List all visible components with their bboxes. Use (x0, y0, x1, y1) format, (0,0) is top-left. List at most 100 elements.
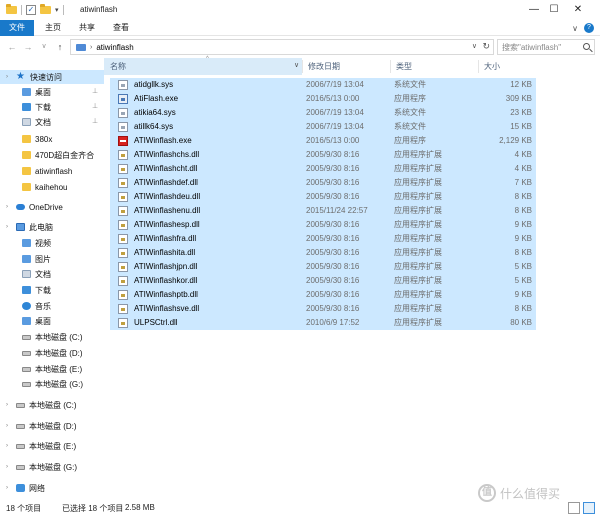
nav-item-documents[interactable]: 文档 (22, 115, 51, 129)
pin-icon[interactable]: ⊥ (92, 117, 98, 125)
nav-onedrive[interactable]: OneDrive (16, 200, 63, 214)
table-row[interactable]: ATIWinflashfra.dll 2005/9/30 8:16 应用程序扩展 9 … (110, 232, 536, 246)
nav-quick-access[interactable]: ★ 快速访问 (0, 70, 104, 84)
table-row[interactable]: ATIWinflashdef.dll 2005/9/30 8:16 应用程序扩展 7 … (110, 176, 536, 190)
nav-drive-g[interactable]: 本地磁盘 (G:) (16, 460, 77, 474)
table-row[interactable]: ATIWinflashenu.dll 2015/11/24 22:57 应用程序扩展… (110, 204, 536, 218)
path-separator-icon[interactable]: › (90, 44, 92, 51)
address-dropdown-chevron-icon[interactable]: ∨ (472, 42, 477, 50)
nav-item-pictures[interactable]: 图片 (22, 252, 51, 266)
file-size: 309 KB (505, 94, 532, 103)
nav-item-pc-drive-d[interactable]: 本地磁盘 (D:) (22, 346, 83, 360)
nav-item-pc-documents[interactable]: 文档 (22, 267, 51, 281)
expand-chevron-icon[interactable]: › (6, 443, 8, 449)
table-row[interactable]: ATIWinflashesp.dll 2005/9/30 8:16 应用程序扩展 9 … (110, 218, 536, 232)
nav-item-atiwinflash[interactable]: atiwinflash (22, 164, 72, 178)
new-folder-icon[interactable] (40, 4, 51, 14)
file-date: 2005/9/30 8:16 (306, 150, 360, 159)
drive-icon (22, 334, 31, 340)
breadcrumb-atiwinflash[interactable]: atiwinflash (96, 43, 133, 52)
customize-toolbar-chevron-icon[interactable]: ▾ (55, 6, 59, 14)
back-arrow-icon[interactable]: ← (6, 40, 18, 54)
column-header-date[interactable]: 修改日期 (302, 58, 390, 75)
file-name: ATIWinflashdeu.dll (134, 192, 201, 201)
pin-icon[interactable]: ⊥ (92, 102, 98, 110)
table-row[interactable]: ATIWinflashchs.dll 2005/9/30 8:16 应用程序扩展 4 … (110, 148, 536, 162)
expand-chevron-icon[interactable]: › (6, 74, 8, 80)
nav-label: kaihehou (35, 182, 68, 192)
expand-ribbon-chevron-icon[interactable]: ∨ (572, 24, 578, 33)
expand-chevron-icon[interactable]: › (6, 204, 8, 210)
column-header-name[interactable]: 名称 (104, 58, 302, 75)
nav-item-videos[interactable]: 视频 (22, 236, 51, 250)
nav-drive-d[interactable]: 本地磁盘 (D:) (16, 419, 77, 433)
file-size: 80 KB (510, 318, 532, 327)
expand-chevron-icon[interactable]: › (6, 224, 8, 230)
tab-view[interactable]: 查看 (106, 20, 136, 36)
properties-check-icon[interactable]: ✓ (26, 5, 36, 15)
nav-drive-c[interactable]: 本地磁盘 (C:) (16, 398, 77, 412)
pin-icon[interactable]: ⊥ (92, 87, 98, 95)
refresh-icon[interactable]: ↻ (482, 41, 490, 52)
tab-home[interactable]: 主页 (38, 20, 68, 36)
nav-item-pc-downloads[interactable]: 下载 (22, 283, 51, 297)
nav-item-pc-desktop[interactable]: 桌面 (22, 314, 51, 328)
recent-locations-chevron-icon[interactable]: ∨ (38, 40, 50, 54)
table-row[interactable]: ATIWinflashptb.dll 2005/9/30 8:16 应用程序扩展 9 … (110, 288, 536, 302)
nav-item-470d[interactable]: 470D超白金齐合 (22, 148, 94, 162)
file-size: 9 KB (514, 234, 532, 243)
file-type: 应用程序扩展 (394, 304, 442, 313)
file-size: 8 KB (514, 206, 532, 215)
table-row[interactable]: ATIWinflashita.dll 2005/9/30 8:16 应用程序扩展 8 … (110, 246, 536, 260)
tab-file[interactable]: 文件 (0, 20, 34, 36)
table-row[interactable]: ULPSCtrl.dll 2010/6/9 17:52 应用程序扩展 80 KB (110, 316, 536, 330)
column-filter-chevron-icon[interactable]: ∨ (294, 61, 299, 69)
address-bar[interactable]: › atiwinflash ∨ ↻ (70, 39, 494, 55)
column-header-type[interactable]: 类型 (390, 58, 478, 75)
table-row[interactable]: ATIWinflashdeu.dll 2005/9/30 8:16 应用程序扩展 8 … (110, 190, 536, 204)
nav-network[interactable]: 网络 (16, 481, 45, 495)
expand-chevron-icon[interactable]: › (6, 402, 8, 408)
file-name: atikia64.sys (134, 108, 176, 117)
table-row[interactable]: atidgllk.sys 2006/7/19 13:04 系统文件 12 KB (110, 78, 536, 92)
large-icons-view-button[interactable] (583, 502, 595, 514)
table-row[interactable]: atikia64.sys 2006/7/19 13:04 系统文件 23 KB (110, 106, 536, 120)
column-header-size[interactable]: 大小 (478, 58, 536, 75)
dll-file-icon (118, 304, 128, 314)
table-row[interactable]: atillk64.sys 2006/7/19 13:04 系统文件 15 KB (110, 120, 536, 134)
nav-this-pc[interactable]: 此电脑 (16, 220, 53, 234)
expand-chevron-icon[interactable]: › (6, 423, 8, 429)
nav-item-380x[interactable]: 380x (22, 132, 52, 146)
close-button[interactable]: ✕ (556, 0, 600, 20)
file-type: 应用程序扩展 (394, 234, 442, 243)
table-row[interactable]: ATIWinflashcht.dll 2005/9/30 8:16 应用程序扩展 4 … (110, 162, 536, 176)
nav-item-pc-drive-c[interactable]: 本地磁盘 (C:) (22, 330, 83, 344)
help-icon[interactable]: ? (584, 23, 594, 33)
nav-item-music[interactable]: 音乐 (22, 299, 51, 313)
nav-drive-e[interactable]: 本地磁盘 (E:) (16, 439, 76, 453)
file-name: ATIWinflashita.dll (134, 248, 196, 257)
nav-item-pc-drive-g[interactable]: 本地磁盘 (G:) (22, 377, 83, 391)
nav-item-kaihehou[interactable]: kaihehou (22, 180, 67, 194)
file-type: 系统文件 (394, 80, 426, 89)
forward-arrow-icon[interactable]: → (22, 40, 34, 54)
nav-item-downloads[interactable]: 下载 (22, 100, 51, 114)
file-name: ATIWinflashsve.dll (134, 304, 200, 313)
table-row[interactable]: AtiFlash.exe 2016/5/13 0:00 应用程序 309 KB (110, 92, 536, 106)
expand-chevron-icon[interactable]: › (6, 464, 8, 470)
up-arrow-icon[interactable]: ↑ (54, 40, 66, 54)
nav-label: 本地磁盘 (D:) (29, 421, 77, 431)
table-row[interactable]: ATIWinflash.exe 2016/5/13 0:00 应用程序 2,129 K… (110, 134, 536, 148)
file-type: 应用程序扩展 (394, 290, 442, 299)
search-icon[interactable] (583, 43, 590, 50)
details-view-button[interactable] (568, 502, 580, 514)
table-row[interactable]: ATIWinflashsve.dll 2005/9/30 8:16 应用程序扩展 8 … (110, 302, 536, 316)
tab-share[interactable]: 共享 (72, 20, 102, 36)
table-row[interactable]: ATIWinflashjpn.dll 2005/9/30 8:16 应用程序扩展 5 … (110, 260, 536, 274)
file-size: 8 KB (514, 248, 532, 257)
table-row[interactable]: ATIWinflashkor.dll 2005/9/30 8:16 应用程序扩展 5 … (110, 274, 536, 288)
search-input[interactable]: 搜索"atiwinflash" (497, 39, 595, 55)
expand-chevron-icon[interactable]: › (6, 485, 8, 491)
nav-item-pc-drive-e[interactable]: 本地磁盘 (E:) (22, 362, 82, 376)
nav-item-desktop[interactable]: 桌面 (22, 85, 51, 99)
